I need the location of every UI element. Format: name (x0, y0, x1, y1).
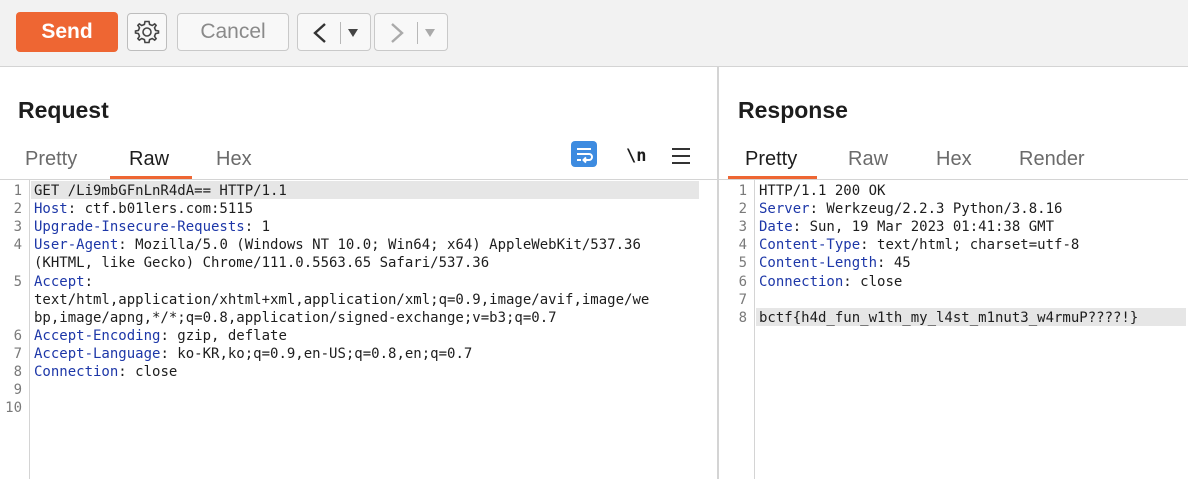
header-name: User-Agent (34, 237, 119, 254)
header-value: : 45 (877, 255, 911, 272)
line-content: Accept-Encoding: gzip, deflate (34, 327, 287, 345)
request-title: Request (18, 97, 109, 123)
back-button[interactable] (297, 13, 371, 51)
request-tab-raw[interactable]: Raw (129, 148, 169, 171)
line-content: GET /Li9mbGFnLnR4dA== HTTP/1.1 (34, 182, 287, 200)
response-tab-render[interactable]: Render (1019, 148, 1085, 171)
line-content: Content-Length: 45 (759, 254, 911, 272)
line-content: Date: Sun, 19 Mar 2023 01:41:38 GMT (759, 218, 1054, 236)
pane-divider[interactable] (717, 67, 719, 479)
line-number: 1 (738, 183, 747, 199)
line-content: text/html,application/xhtml+xml,applicat… (34, 291, 649, 309)
chevron-right-icon (391, 23, 404, 43)
header-value: : gzip, deflate (160, 327, 287, 344)
chevron-left-icon (313, 23, 326, 43)
line-number: 7 (13, 345, 22, 362)
header-name: Connection (34, 364, 119, 380)
header-name: Connection (759, 273, 844, 290)
header-value: HTTP/1.1 200 OK (759, 183, 886, 199)
caret-down-icon[interactable] (424, 28, 436, 38)
line-number: 10 (5, 400, 22, 417)
header-value: bp,image/apng,*/*;q=0.8,application/sign… (34, 309, 557, 326)
line-content: Host: ctf.b01lers.com:5115 (34, 200, 253, 218)
line-number: 9 (13, 382, 22, 399)
header-name: Host (34, 201, 68, 218)
header-value: : 1 (244, 219, 271, 236)
header-value: (KHTML, like Gecko) Chrome/111.0.5563.65… (34, 255, 490, 272)
caret-down-icon[interactable] (347, 28, 359, 38)
header-value: : Werkzeug/2.2.3 Python/3.8.16 (809, 201, 1063, 218)
gear-icon (134, 20, 160, 44)
line-number: 4 (13, 237, 22, 254)
divider (417, 22, 418, 44)
wrap-lines-icon[interactable] (571, 141, 597, 167)
line-content: Upgrade-Insecure-Requests: 1 (34, 218, 270, 236)
header-name: Upgrade-Insecure-Requests (34, 219, 245, 236)
line-number: 2 (738, 201, 747, 218)
line-number: 8 (13, 364, 22, 380)
header-value: text/html,application/xhtml+xml,applicat… (34, 291, 650, 308)
header-value: bctf{h4d_fun_w1th_my_l4st_m1nut3_w4rmuP?… (759, 309, 1139, 326)
line-content: bctf{h4d_fun_w1th_my_l4st_m1nut3_w4rmuP?… (759, 309, 1138, 327)
newline-icon[interactable]: \n (626, 146, 646, 166)
line-content: Connection: close (759, 273, 902, 291)
header-value: GET /Li9mbGFnLnR4dA== HTTP/1.1 (34, 183, 287, 199)
header-name: Server (759, 201, 810, 218)
header-name: Content-Length (759, 255, 878, 272)
line-content: bp,image/apng,*/*;q=0.8,application/sign… (34, 309, 557, 327)
line-number: 6 (13, 327, 22, 344)
line-content: (KHTML, like Gecko) Chrome/111.0.5563.65… (34, 254, 489, 272)
header-name: Accept-Encoding (34, 327, 161, 344)
forward-button[interactable] (374, 13, 448, 51)
cancel-button[interactable]: Cancel (177, 13, 289, 51)
response-tab-raw[interactable]: Raw (848, 148, 888, 171)
header-value: : Mozilla/5.0 (Windows NT 10.0; Win64; x… (118, 237, 641, 254)
send-button[interactable]: Send (16, 12, 118, 52)
line-number: 3 (13, 219, 22, 236)
line-number: 5 (13, 273, 22, 290)
line-number: 2 (13, 201, 22, 218)
header-value: : close (843, 273, 903, 290)
header-value: : Sun, 19 Mar 2023 01:41:38 GMT (792, 219, 1055, 236)
request-editor[interactable]: 1 GET /Li9mbGFnLnR4dA== HTTP/1.1 2 Host: ct… (0, 180, 717, 479)
divider (340, 22, 341, 44)
header-name: Accept (34, 273, 85, 290)
header-value: : ko-KR,ko;q=0.9,en-US;q=0.8,en;q=0.7 (160, 345, 473, 362)
line-content: Accept-Language: ko-KR,ko;q=0.9,en-US;q=… (34, 345, 472, 363)
header-value: : text/html; charset=utf-8 (860, 237, 1080, 254)
request-tab-hex[interactable]: Hex (216, 148, 252, 171)
header-name: Date (759, 219, 793, 236)
request-tab-pretty[interactable]: Pretty (25, 148, 77, 171)
settings-button[interactable] (127, 13, 167, 51)
header-name: Accept-Language (34, 345, 161, 362)
menu-icon[interactable] (672, 148, 690, 169)
line-number: 4 (738, 237, 747, 254)
response-tab-hex[interactable]: Hex (936, 148, 972, 171)
toolbar: Send Cancel (0, 0, 1188, 67)
response-title: Response (738, 97, 848, 123)
line-number: 5 (738, 255, 747, 272)
line-content: Server: Werkzeug/2.2.3 Python/3.8.16 (759, 200, 1062, 218)
header-value: : ctf.b01lers.com:5115 (67, 201, 254, 218)
line-content: Accept: (34, 273, 93, 291)
response-editor[interactable]: 1 HTTP/1.1 200 OK 2 Server: Werkzeug/2.2.3 … (725, 180, 1188, 479)
response-tab-pretty[interactable]: Pretty (745, 148, 797, 171)
header-value: : close (118, 364, 178, 380)
line-number: 1 (13, 183, 22, 199)
line-number: 3 (738, 219, 747, 236)
line-content: User-Agent: Mozilla/5.0 (Windows NT 10.0… (34, 236, 641, 254)
line-number: 6 (738, 273, 747, 290)
line-number: 8 (738, 309, 747, 326)
line-number: 7 (738, 291, 747, 308)
header-value: : (84, 273, 94, 290)
line-content: Connection: close (34, 363, 177, 381)
line-content: HTTP/1.1 200 OK (759, 182, 885, 200)
line-content: Content-Type: text/html; charset=utf-8 (759, 236, 1079, 254)
header-name: Content-Type (759, 237, 861, 254)
